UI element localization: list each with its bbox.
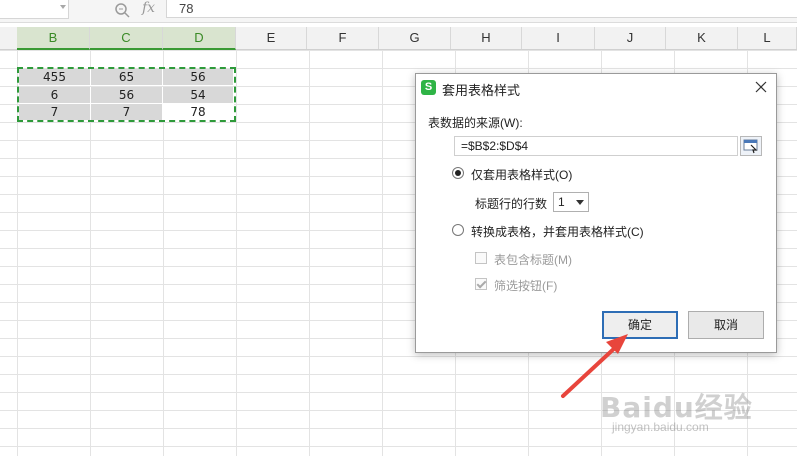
baidu-watermark-url: jingyan.baidu.com — [612, 420, 709, 434]
